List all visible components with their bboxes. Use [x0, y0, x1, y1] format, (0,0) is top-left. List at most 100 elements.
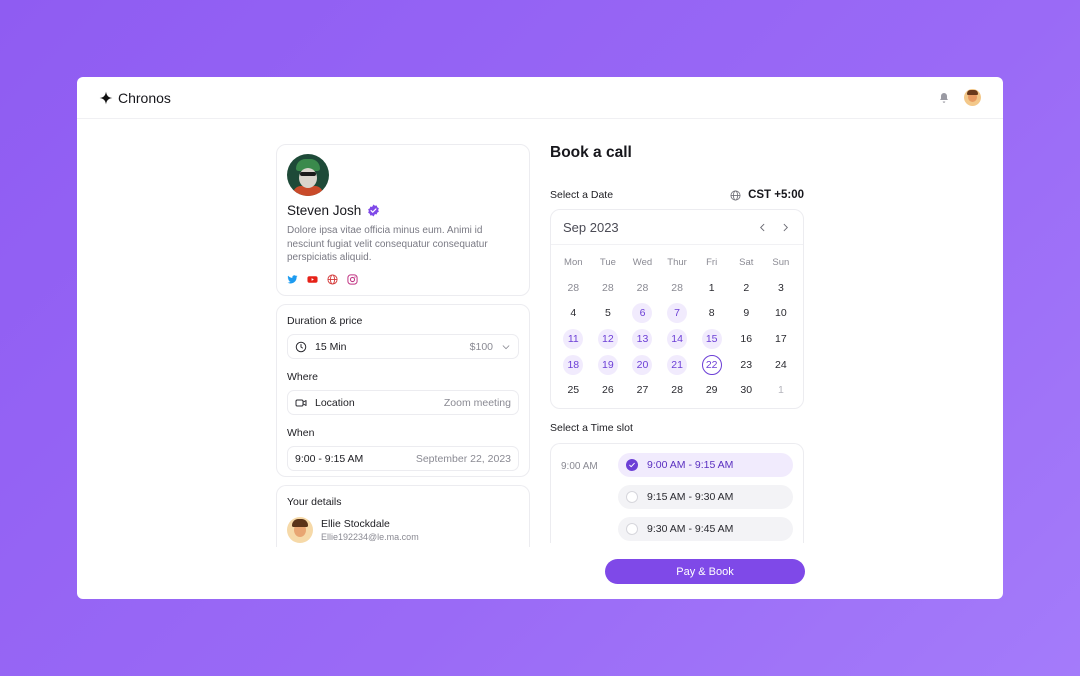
calendar-day-number: 7 — [667, 303, 688, 324]
calendar-day-number: 21 — [667, 354, 688, 375]
calendar-day-number: 5 — [604, 307, 611, 320]
calendar-day[interactable]: 15 — [694, 326, 729, 352]
calendar-day[interactable]: 26 — [591, 377, 626, 403]
duration-value: 15 Min — [315, 340, 347, 353]
calendar-grid: Mon Tue Wed Thur Fri Sat Sun 28 28 28 28 1 2 3 4 5 6 7 8 9 1… — [551, 245, 803, 403]
host-name: Steven Josh — [287, 203, 362, 218]
calendar-day[interactable]: 4 — [556, 301, 591, 327]
time-slot[interactable]: 9:30 AM - 9:45 AM — [618, 517, 793, 541]
calendar-day-number: 14 — [667, 328, 688, 349]
calendar-day[interactable]: 25 — [556, 377, 591, 403]
calendar-day[interactable]: 28 — [591, 275, 626, 301]
logo[interactable]: Chronos — [99, 90, 171, 106]
calendar-day-number: 23 — [740, 358, 753, 371]
calendar-day-number: 18 — [563, 354, 584, 375]
calendar-day[interactable]: 20 — [625, 352, 660, 378]
globe-icon[interactable] — [327, 273, 338, 285]
calendar-day-number: 28 — [567, 281, 580, 294]
calendar-day[interactable]: 3 — [764, 275, 799, 301]
calendar-day-number: 26 — [602, 384, 614, 397]
host-bio: Dolore ipsa vitae officia minus eum. Ani… — [287, 225, 488, 263]
chevron-right-icon[interactable] — [780, 222, 791, 233]
calendar-day[interactable]: 2 — [729, 275, 764, 301]
weekday-header: Thur — [667, 256, 687, 268]
slot-group-time: 9:00 AM — [561, 461, 598, 472]
calendar-day[interactable]: 18 — [556, 352, 591, 378]
timezone-selector[interactable]: CST +5:00 — [730, 189, 804, 201]
calendar-day-number: 11 — [563, 328, 584, 349]
calendar-day[interactable]: 23 — [729, 352, 764, 378]
chevron-down-icon[interactable] — [501, 342, 511, 352]
calendar-day[interactable]: 28 — [660, 377, 695, 403]
time-slot[interactable]: 9:15 AM - 9:30 AM — [618, 485, 793, 509]
video-camera-icon — [295, 397, 307, 409]
weekday-header: Wed — [632, 256, 653, 268]
duration-select[interactable]: 15 Min $100 — [287, 334, 519, 359]
youtube-icon[interactable] — [307, 274, 318, 285]
pay-and-book-button[interactable]: Pay & Book — [605, 559, 805, 584]
weekday-header: Sat — [739, 256, 754, 268]
calendar-day[interactable]: 10 — [764, 301, 799, 327]
calendar-day[interactable]: 21 — [660, 352, 695, 378]
calendar-day[interactable]: 7 — [660, 301, 695, 327]
calendar-day-number: 8 — [708, 307, 715, 320]
weekday-header: Tue — [599, 256, 616, 268]
location-field[interactable]: Location Zoom meeting — [287, 390, 519, 415]
time-slot-selected[interactable]: 9:00 AM - 9:15 AM — [618, 453, 793, 477]
calendar-day[interactable]: 27 — [625, 377, 660, 403]
bell-icon[interactable] — [938, 92, 950, 104]
globe-icon — [730, 190, 741, 200]
calendar-day[interactable]: 19 — [591, 352, 626, 378]
calendar-day[interactable]: 13 — [625, 326, 660, 352]
calendar-day[interactable]: 28 — [625, 275, 660, 301]
chevron-left-icon[interactable] — [757, 222, 768, 233]
calendar-day[interactable]: 14 — [660, 326, 695, 352]
calendar-day[interactable]: 28 — [660, 275, 695, 301]
sparkle-icon — [99, 91, 113, 104]
calendar-day[interactable]: 16 — [729, 326, 764, 352]
calendar-day[interactable]: 6 — [625, 301, 660, 327]
month-label: Sep 2023 — [563, 219, 619, 235]
twitter-icon[interactable] — [287, 274, 298, 285]
calendar-day-number: 2 — [743, 281, 750, 294]
calendar-day[interactable]: 24 — [764, 352, 799, 378]
right-column: Book a call Select a Date CST +5:00 Sep … — [550, 144, 804, 543]
clock-icon — [295, 341, 307, 353]
when-field[interactable]: 9:00 - 9:15 AM September 22, 2023 — [287, 446, 519, 471]
details-label: Your details — [287, 496, 342, 508]
verified-badge-icon — [368, 204, 380, 217]
your-details-card: Your details Ellie Stockdale Ellie192234… — [276, 485, 530, 547]
calendar-day-selected[interactable]: 22 — [694, 352, 729, 378]
calendar-day[interactable]: 29 — [694, 377, 729, 403]
time-slot-label: 9:15 AM - 9:30 AM — [647, 491, 734, 503]
calendar-day[interactable]: 1 — [694, 275, 729, 301]
attendee-avatar — [287, 517, 313, 543]
calendar-day[interactable]: 30 — [729, 377, 764, 403]
calendar-day[interactable]: 28 — [556, 275, 591, 301]
calendar: Sep 2023 Mon Tue Wed Thur Fri Sat Sun 28 28 28 28 1… — [550, 209, 804, 409]
calendar-day-number: 10 — [775, 307, 787, 320]
calendar-day-number: 4 — [570, 307, 577, 320]
calendar-day-number: 29 — [705, 384, 718, 397]
top-bar: Chronos — [77, 77, 1003, 119]
instagram-icon[interactable] — [347, 273, 358, 285]
calendar-day-number: 30 — [740, 384, 753, 397]
calendar-day-number: 17 — [775, 332, 787, 345]
user-avatar[interactable] — [964, 89, 981, 106]
calendar-day[interactable]: 9 — [729, 301, 764, 327]
host-avatar — [287, 154, 329, 196]
calendar-day[interactable]: 11 — [556, 326, 591, 352]
calendar-day[interactable]: 1 — [764, 377, 799, 403]
calendar-day-number: 24 — [775, 358, 787, 371]
calendar-day-number: 27 — [636, 384, 649, 397]
calendar-day[interactable]: 17 — [764, 326, 799, 352]
calendar-day[interactable]: 8 — [694, 301, 729, 327]
calendar-day[interactable]: 5 — [591, 301, 626, 327]
calendar-day-number: 20 — [632, 354, 653, 375]
when-label: When — [287, 427, 315, 439]
where-label: Where — [287, 371, 318, 383]
social-links — [287, 273, 519, 285]
time-slot-list: 9:00 AM 9:00 AM - 9:15 AM 9:15 AM - 9:30 … — [550, 443, 804, 543]
weekday-header: Fri — [706, 256, 718, 268]
calendar-day[interactable]: 12 — [591, 326, 626, 352]
